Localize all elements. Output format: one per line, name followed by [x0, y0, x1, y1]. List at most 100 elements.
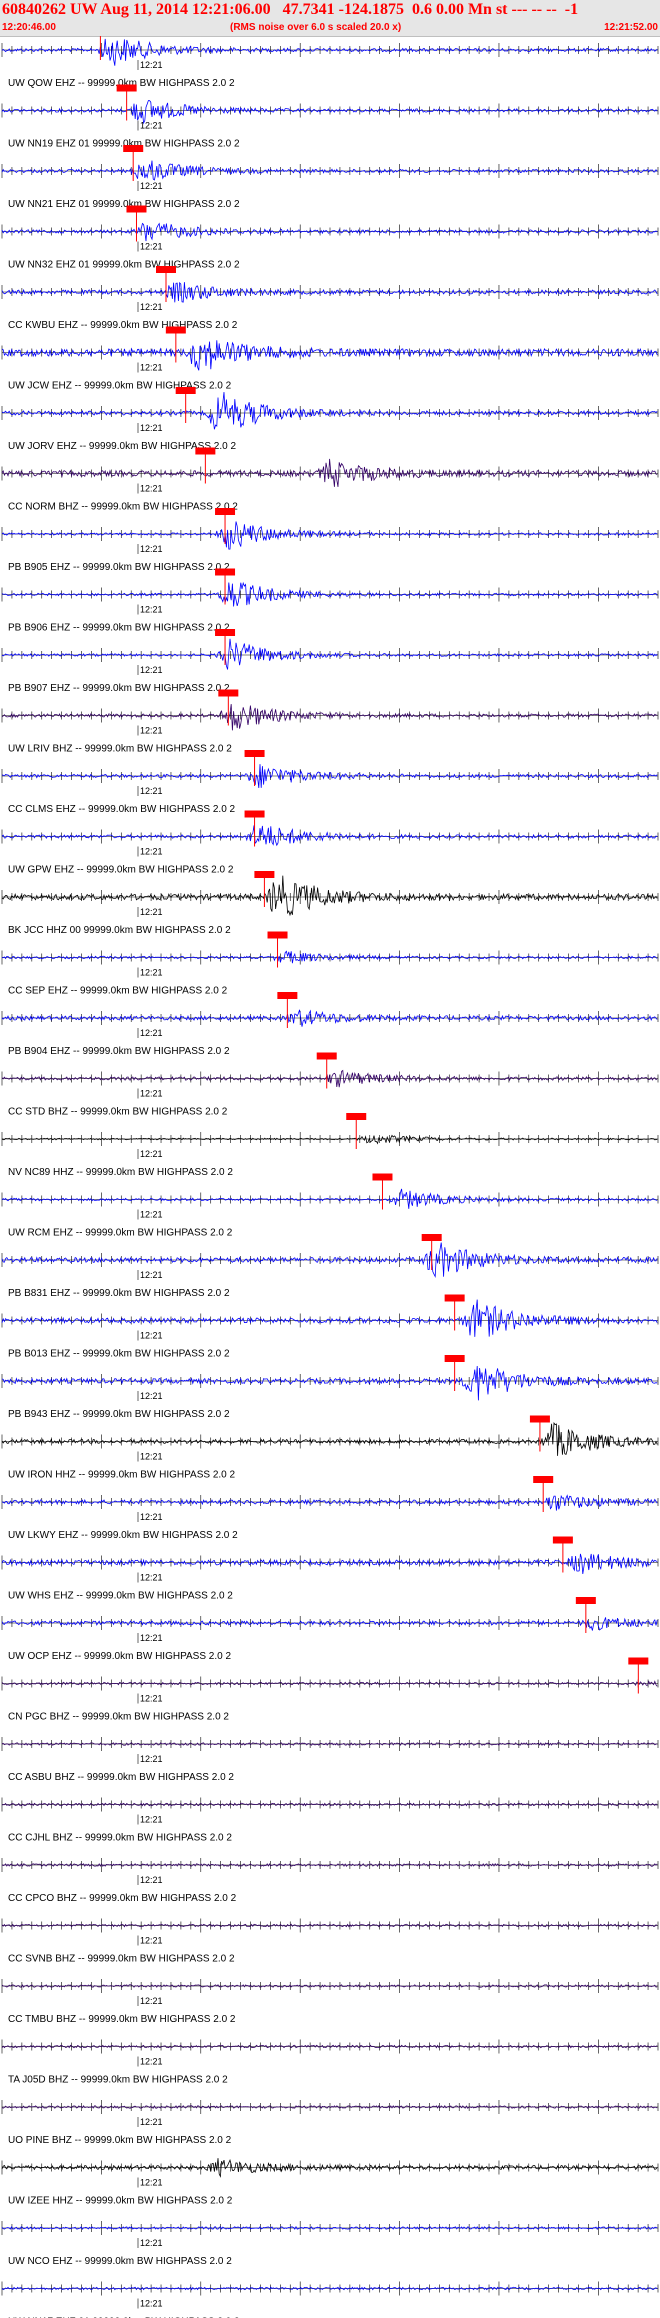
channel-label: UW NCO EHZ -- 99999.0km BW HIGHPASS 2.0 …: [8, 2256, 232, 2267]
channel-row: 12:21 PB B013 EHZ -- 99999.0km BW HIGHPAS…: [1, 1294, 659, 1360]
channel-label: CC KWBU EHZ -- 99999.0km BW HIGHPASS 2.0…: [8, 320, 238, 331]
channel-label: UW IZEE HHZ -- 99999.0km BW HIGHPASS 2.0…: [8, 2196, 233, 2207]
channel-label: UO PINE BHZ -- 99999.0km BW HIGHPASS 2.0…: [8, 2135, 232, 2146]
time-label: 12:21: [140, 1512, 163, 1522]
channel-label: TA J05D BHZ -- 99999.0km BW HIGHPASS 2.0…: [8, 2075, 228, 2086]
waveform-trace: [1, 1188, 658, 1209]
channel-row: 12:21UW NN17 EHZ 01 99999.0km BW HIGHPAS…: [1, 2281, 659, 2318]
time-label: 12:21: [140, 786, 163, 796]
time-label: 12:21: [140, 2057, 163, 2067]
channel-row: 12:21 UW LRIV BHZ -- 99999.0km BW HIGHPAS…: [1, 689, 659, 755]
channel-label: CC STD BHZ -- 99999.0km BW HIGHPASS 2.0 …: [8, 1107, 228, 1118]
channel-label: CC CPCO BHZ -- 99999.0km BW HIGHPASS 2.0…: [8, 1893, 237, 1904]
channel-row: 12:21 UW IRON HHZ -- 99999.0km BW HIGHPAS…: [1, 1415, 659, 1481]
channel-label: PB B831 EHZ -- 99999.0km BW HIGHPASS 2.0…: [8, 1288, 230, 1299]
pick-flag: [277, 992, 298, 999]
time-label: 12:21: [140, 1391, 163, 1401]
waveform-trace: [1, 340, 658, 371]
channel-row: 12:21 CC TMBU BHZ -- 99999.0km BW HIGHPAS…: [1, 1979, 659, 2025]
channel-row: 12:21 UW JCW EHZ -- 99999.0km BW HIGHPASS…: [1, 326, 659, 392]
time-label: 12:21: [140, 2178, 163, 2188]
pick-flag: [316, 1052, 337, 1060]
channel-row: 12:21 PB B831 EHZ -- 99999.0km BW HIGHPAS…: [1, 1234, 659, 1299]
channel-label: CN PGC BHZ -- 99999.0km BW HIGHPASS 2.0 …: [8, 1712, 229, 1723]
channel-label: UW GPW EHZ -- 99999.0km BW HIGHPASS 2.0 …: [8, 865, 234, 876]
time-label: 12:21: [140, 484, 163, 494]
channel-row: 12:21 UW NN21 EHZ 01 99999.0km BW HIGHPAS…: [1, 145, 659, 210]
channel-label: BK JCC HHZ 00 99999.0km BW HIGHPASS 2.0 …: [8, 925, 231, 936]
channel-row: 12:21 CC KWBU EHZ -- 99999.0km BW HIGHPAS…: [1, 266, 659, 331]
pick-flag: [628, 1657, 649, 1665]
time-label: 12:21: [140, 726, 163, 736]
channel-row: 12:21 CC ASBU BHZ -- 99999.0km BW HIGHPAS…: [1, 1737, 659, 1783]
waveform-trace: [1, 521, 658, 550]
channel-row: 12:21 PB B906 EHZ -- 99999.0km BW HIGHPAS…: [1, 568, 659, 634]
waveform-trace: [1, 2105, 658, 2109]
time-label: 12:21: [140, 1694, 163, 1704]
pick-flag: [529, 1415, 550, 1423]
pick-flag: [215, 508, 236, 515]
start-time: 12:20:46.00: [2, 22, 56, 33]
channel-label: UW OCP EHZ -- 99999.0km BW HIGHPASS 2.0 …: [8, 1651, 231, 1662]
channel-row: 12:21 CC CJHL BHZ -- 99999.0km BW HIGHPAS…: [1, 1797, 659, 1844]
channel-row: 12:21 UW GPW EHZ -- 99999.0km BW HIGHPASS…: [1, 810, 659, 876]
time-label: 12:21: [140, 1996, 163, 2006]
pick-flag: [215, 568, 236, 576]
channel-row: 12:21 CC CLMS EHZ -- 99999.0km BW HIGHPAS…: [1, 750, 659, 815]
waveform-trace: [1, 1422, 658, 1456]
waveform-trace: [1, 1299, 658, 1337]
end-time: 12:21:52.00: [604, 22, 658, 33]
channel-label: PB B907 EHZ -- 99999.0km BW HIGHPASS 2.0…: [8, 683, 230, 694]
channel-label: PB B013 EHZ -- 99999.0km BW HIGHPASS 2.0…: [8, 1349, 230, 1360]
time-label: 12:21: [140, 1210, 163, 1220]
time-label: 12:21: [140, 181, 163, 191]
pick-flag: [346, 1113, 367, 1120]
time-label: 12:21: [140, 242, 163, 252]
waveform-trace: [1, 704, 658, 731]
event-title: 60840262 UW Aug 11, 2014 12:21:06.00 47.…: [2, 1, 579, 18]
channel-row: 12:21 BK JCC HHZ 00 99999.0km BW HIGHPASS…: [1, 871, 659, 936]
channel-row: 12:21 TA J05D BHZ -- 99999.0km BW HIGHPAS…: [1, 2039, 659, 2086]
waveform-trace: [1, 222, 658, 242]
time-label: 12:21: [140, 605, 163, 615]
channel-label: UW NN32 EHZ 01 99999.0km BW HIGHPASS 2.0…: [8, 260, 240, 271]
pick-flag: [218, 689, 239, 697]
waveform-trace: [1, 1365, 658, 1401]
channel-row: 12:21 CC NORM BHZ -- 99999.0km BW HIGHPAS…: [1, 447, 659, 513]
record-header: 60840262 UW Aug 11, 2014 12:21:06.00 47.…: [0, 0, 660, 37]
seismogram-panel: 12:21UW QOW EHZ -- 99999.0km BW HIGHPASS…: [1, 36, 659, 2318]
pick-flag: [165, 326, 186, 334]
channel-label: UW RCM EHZ -- 99999.0km BW HIGHPASS 2.0 …: [8, 1228, 233, 1239]
pick-flag: [123, 145, 144, 152]
waveform-trace: [1, 1494, 658, 1511]
time-label: 12:21: [140, 1875, 163, 1885]
waveform-trace: [1, 638, 658, 670]
channel-row: 12:21 UW WHS EHZ -- 99999.0km BW HIGHPASS…: [1, 1536, 659, 1602]
channel-row: 12:21 CC SEP EHZ -- 99999.0km BW HIGHPASS…: [1, 931, 659, 997]
pick-flag: [195, 447, 216, 455]
channel-label: UW WHS EHZ -- 99999.0km BW HIGHPASS 2.0 …: [8, 1591, 233, 1602]
channel-row: 12:21 UW LKWY EHZ -- 99999.0km BW HIGHPAS…: [1, 1476, 659, 1541]
pick-flag: [372, 1173, 393, 1181]
time-label: 12:21: [140, 1936, 163, 1946]
time-label: 12:21: [140, 60, 163, 70]
pick-flag: [244, 810, 265, 818]
time-label: 12:21: [140, 847, 163, 857]
channel-label: CC CJHL BHZ -- 99999.0km BW HIGHPASS 2.0…: [8, 1833, 232, 1844]
pick-flag: [444, 1294, 465, 1302]
rms-note: (RMS noise over 6.0 s scaled 20.0 x): [230, 22, 402, 33]
waveform-trace: [1, 100, 658, 125]
pick-flag: [267, 931, 288, 939]
channel-row: 12:21 CC STD BHZ -- 99999.0km BW HIGHPASS…: [1, 1052, 659, 1118]
time-label: 12:21: [140, 544, 163, 554]
time-label: 12:21: [140, 363, 163, 373]
time-label: 12:21: [140, 1633, 163, 1643]
time-label: 12:21: [140, 1149, 163, 1159]
channel-row: 12:21 UW IZEE HHZ -- 99999.0km BW HIGHPAS…: [1, 2158, 659, 2207]
time-label: 12:21: [140, 907, 163, 917]
pick-flag: [533, 1476, 554, 1483]
channel-label: PB B906 EHZ -- 99999.0km BW HIGHPASS 2.0…: [8, 623, 230, 634]
channel-row: 12:21UW JORV EHZ -- 99999.0km BW HIGHPAS…: [1, 387, 659, 452]
channel-label: PB B943 EHZ -- 99999.0km BW HIGHPASS 2.0…: [8, 1409, 230, 1420]
channel-label: CC SEP EHZ -- 99999.0km BW HIGHPASS 2.0 …: [8, 986, 228, 997]
